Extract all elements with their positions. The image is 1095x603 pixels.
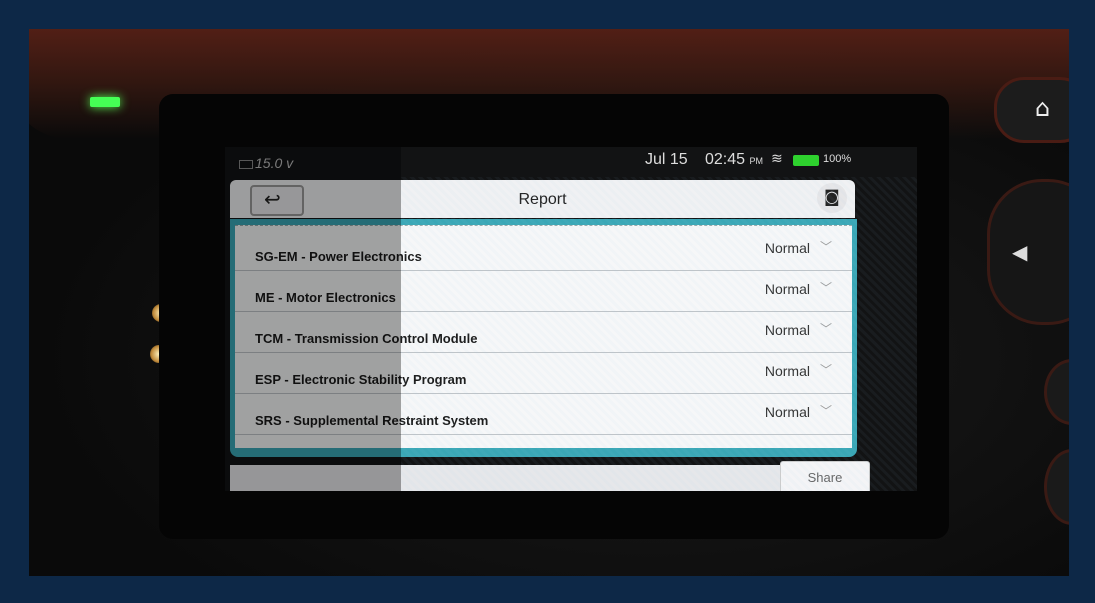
voltage-readout: 15.0 v <box>255 155 294 171</box>
page-title: Report <box>518 191 567 208</box>
time-value: 02:45 <box>705 151 746 168</box>
list-item[interactable]: SRS - Supplemental Restraint System Norm… <box>235 394 852 435</box>
report-panel: SG-EM - Power Electronics Normal ﹀ ME - … <box>230 219 857 457</box>
status-time: 02:45 PM <box>705 151 763 169</box>
dpad[interactable]: ▲ ◀ <box>987 179 1069 325</box>
share-button[interactable]: Share <box>780 461 870 491</box>
home-button[interactable]: ⌂ <box>994 77 1069 143</box>
module-label: TCM - Transmission Control Module <box>255 331 478 346</box>
home-icon: ⌂ <box>1035 94 1051 122</box>
module-label: SRS - Supplemental Restraint System <box>255 413 489 428</box>
battery-icon <box>793 155 819 166</box>
time-ampm: PM <box>749 156 764 166</box>
scanner-device: ⌂ ▲ ◀ 15.0 v Jul 15 02:45 PM ≋ 100% ↩ <box>29 29 1069 576</box>
list-item[interactable]: TCM - Transmission Control Module Normal… <box>235 312 852 353</box>
voltage-icon <box>239 160 253 169</box>
wifi-icon: ≋ <box>771 151 783 167</box>
share-label: Share <box>807 470 843 485</box>
chevron-down-icon[interactable]: ﹀ <box>820 402 832 419</box>
chevron-down-icon[interactable]: ﹀ <box>820 238 832 255</box>
title-bar: ↩ Report <box>230 180 855 218</box>
power-led <box>90 97 120 107</box>
photo-frame: ⌂ ▲ ◀ 15.0 v Jul 15 02:45 PM ≋ 100% ↩ <box>29 29 1069 576</box>
hardware-button-1[interactable] <box>1044 359 1069 425</box>
module-status[interactable]: Normal <box>765 240 810 256</box>
bottom-bar: Share <box>230 461 870 491</box>
chevron-down-icon[interactable]: ﹀ <box>820 320 832 337</box>
screen: 15.0 v Jul 15 02:45 PM ≋ 100% ↩ Report ◙ <box>225 147 917 491</box>
module-list: SG-EM - Power Electronics Normal ﹀ ME - … <box>235 225 852 448</box>
module-label: ESP - Electronic Stability Program <box>255 372 467 387</box>
chevron-down-icon[interactable]: ﹀ <box>820 361 832 378</box>
module-status[interactable]: Normal <box>765 281 810 297</box>
module-status[interactable]: Normal <box>765 404 810 420</box>
list-item[interactable]: SG-EM - Power Electronics Normal ﹀ <box>235 230 852 271</box>
status-bar: 15.0 v Jul 15 02:45 PM ≋ 100% <box>225 147 917 177</box>
list-item[interactable]: ME - Motor Electronics Normal ﹀ <box>235 271 852 312</box>
battery-percent: 100% <box>823 153 852 165</box>
hardware-button-2[interactable] <box>1044 449 1069 525</box>
camera-icon: ◙ <box>824 187 840 206</box>
list-item[interactable]: ESP - Electronic Stability Program Norma… <box>235 353 852 394</box>
chevron-down-icon[interactable]: ﹀ <box>820 279 832 296</box>
dpad-left-icon[interactable]: ◀ <box>1012 240 1027 264</box>
module-label: ME - Motor Electronics <box>255 290 396 305</box>
status-date: Jul 15 <box>645 151 688 168</box>
module-status[interactable]: Normal <box>765 363 810 379</box>
module-label: SG-EM - Power Electronics <box>255 249 422 264</box>
screenshot-button[interactable]: ◙ <box>817 183 847 213</box>
module-status[interactable]: Normal <box>765 322 810 338</box>
